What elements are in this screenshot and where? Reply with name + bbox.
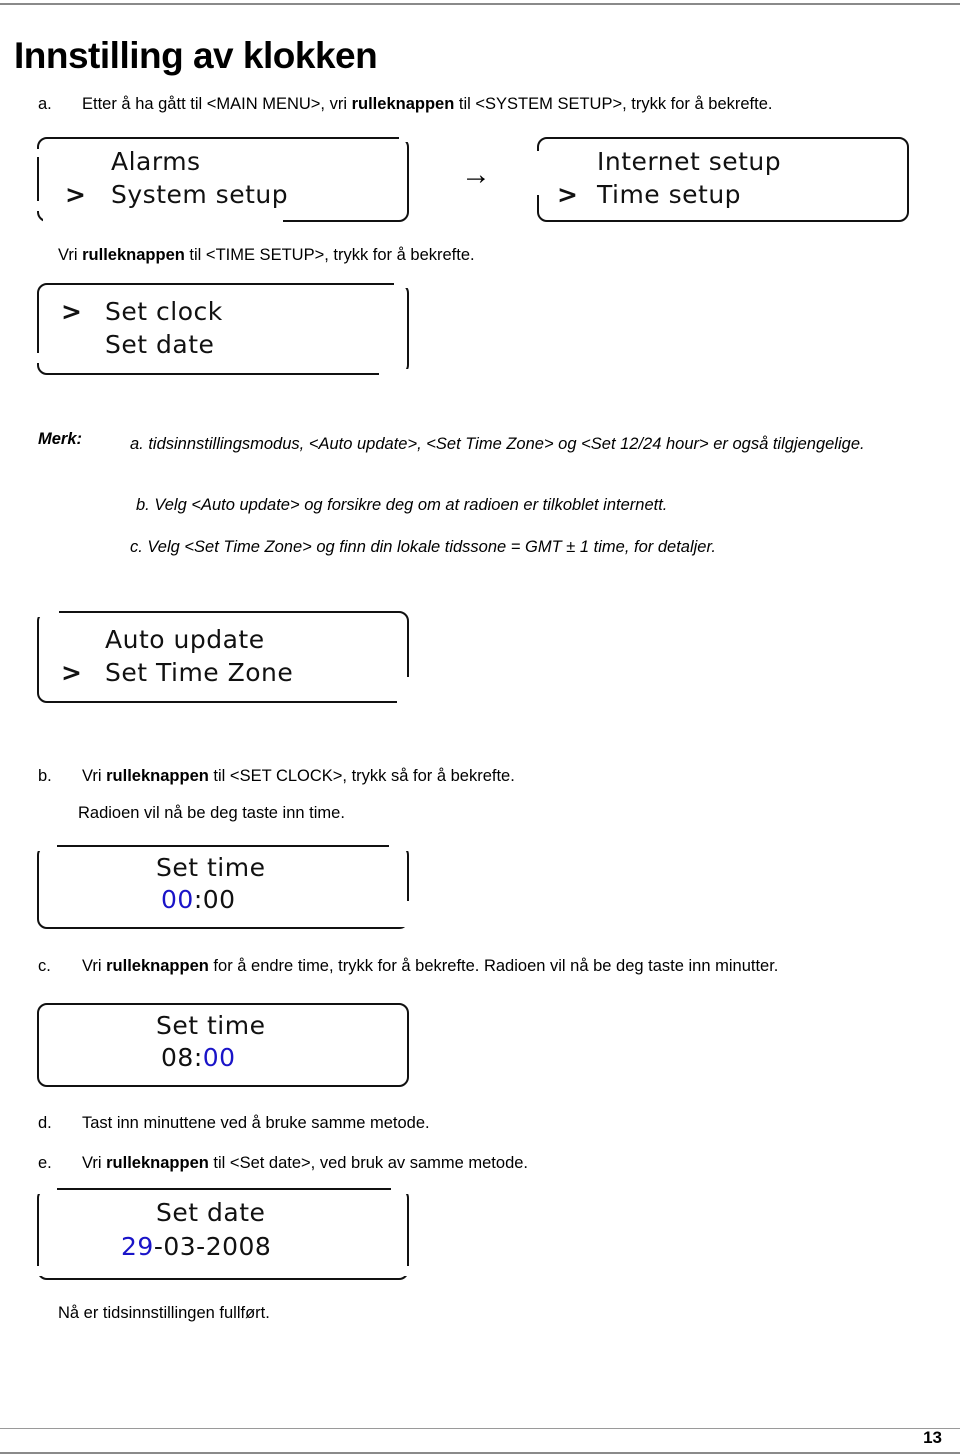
lcd-set-time-2-hours-value: 08 — [161, 1043, 194, 1072]
step-a-marker: a. — [38, 95, 52, 113]
lcd-set-date-sep1: - — [153, 1232, 164, 1261]
step-b-text: Vri rulleknappen til <SET CLOCK>, trykk … — [82, 765, 515, 787]
border-break — [35, 149, 43, 157]
border-break — [395, 901, 415, 927]
step-c-marker: c. — [38, 957, 51, 975]
step-a: a. Etter å ha gått til <MAIN MENU>, vri … — [38, 93, 772, 115]
step-e-text-part1: Vri — [82, 1154, 107, 1172]
border-break — [397, 677, 415, 709]
lcd-set-time-2-value: 08:00 — [161, 1043, 236, 1072]
footer-rule — [0, 1428, 960, 1429]
border-break — [35, 1266, 57, 1276]
lcd-set-time-minutes: Set time 08:00 — [37, 1003, 409, 1087]
step-e-text: Vri rulleknappen til <Set date>, ved bru… — [82, 1152, 528, 1174]
lcd-set-date-title: Set date — [156, 1198, 266, 1227]
lcd-time-setup-options: Auto update > Set Time Zone — [35, 609, 415, 709]
step-a-sub-part2: til <TIME SETUP>, trykk for å bekrefte. — [184, 246, 475, 264]
lcd-time-setup: > Set clock Set date — [35, 281, 419, 379]
completion-text: Nå er tidsinnstillingen fullført. — [58, 1304, 270, 1322]
step-b-marker: b. — [38, 767, 52, 785]
lcd-set-date-year-value: 2008 — [205, 1232, 272, 1261]
step-b: b. Vri rulleknappen til <SET CLOCK>, try… — [38, 765, 515, 787]
step-c-text-part1: Vri — [82, 957, 107, 975]
lcd-set-time-hours-value: 00 — [161, 885, 194, 914]
step-b-text-part1: Vri — [82, 767, 107, 785]
lcd-main-menu: Alarms > System setup — [35, 135, 415, 226]
step-b-bold-term: rulleknappen — [106, 767, 209, 785]
lcd-set-time-2-separator: : — [193, 1043, 203, 1072]
page-number: 13 — [923, 1428, 942, 1447]
cursor-arrow-icon: > — [65, 180, 86, 209]
note-item-b: b. Velg <Auto update> og forsikre deg om… — [136, 496, 668, 514]
lcd-set-time-hours: Set time 00:00 — [35, 843, 415, 929]
lcd-set-time-2-title: Set time — [156, 1011, 266, 1040]
step-a-text-part2: til <SYSTEM SETUP>, trykk for å bekrefte… — [454, 95, 773, 113]
step-e-marker: e. — [38, 1154, 52, 1172]
border-break — [391, 1266, 415, 1276]
document-page: Innstilling av klokken a. Etter å ha gåt… — [0, 0, 960, 1454]
border-break — [35, 201, 43, 211]
lcd-time-setup-line1: Set clock — [105, 297, 223, 326]
cursor-arrow-icon: > — [61, 658, 82, 687]
lcd-set-date-day-value: 29 — [121, 1232, 154, 1261]
lcd-system-setup-line2: Time setup — [597, 180, 742, 209]
lcd-system-setup-line1: Internet setup — [597, 147, 782, 176]
lcd-main-menu-line1: Alarms — [111, 147, 201, 176]
border-break — [35, 1186, 57, 1194]
step-a-text-part1: Etter å ha gått til <MAIN MENU>, vri — [82, 95, 352, 113]
step-a-text: Etter å ha gått til <MAIN MENU>, vri rul… — [82, 93, 772, 115]
note-item-a: a. tidsinnstillingsmodus, <Auto update>,… — [130, 435, 865, 453]
step-a-bold-term: rulleknappen — [351, 95, 455, 113]
lcd-options-line1: Auto update — [105, 625, 265, 654]
lcd-set-date: Set date 29-03-2008 — [35, 1186, 415, 1280]
note-label: Merk: — [38, 430, 83, 448]
lcd-time-setup-line2: Set date — [105, 330, 215, 359]
step-a-sub-part1: Vri — [58, 246, 83, 264]
border-break — [35, 843, 57, 851]
step-b-subtext: Radioen vil nå be deg taste inn time. — [78, 804, 345, 822]
step-c: c. Vri rulleknappen for å endre time, tr… — [38, 955, 778, 977]
step-d-marker: d. — [38, 1114, 52, 1132]
lcd-options-line2: Set Time Zone — [105, 658, 294, 687]
step-e: e. Vri rulleknappen til <Set date>, ved … — [38, 1152, 528, 1174]
step-b-text-part2: til <SET CLOCK>, trykk så for å bekrefte… — [208, 767, 515, 785]
lcd-set-time-value: 00:00 — [161, 885, 236, 914]
lcd-set-date-month-value: 03 — [163, 1232, 197, 1261]
header-rule — [0, 3, 960, 5]
lcd-set-date-sep2: - — [196, 1232, 206, 1261]
lcd-set-time-minutes-value: 00 — [202, 885, 236, 914]
border-break — [389, 843, 415, 851]
lcd-set-time-separator: : — [193, 885, 203, 914]
step-a-sub-text: Vri rulleknappen til <TIME SETUP>, trykk… — [58, 244, 475, 266]
step-c-text: Vri rulleknappen for å endre time, trykk… — [82, 955, 778, 977]
flow-arrow-icon: → — [461, 158, 491, 191]
lcd-system-setup: Internet setup > Time setup — [535, 137, 909, 222]
lcd-set-date-value: 29-03-2008 — [121, 1232, 271, 1261]
cursor-arrow-icon: > — [557, 180, 578, 209]
border-break — [43, 218, 283, 226]
step-c-bold-term: rulleknappen — [106, 957, 209, 975]
cursor-arrow-icon: > — [61, 297, 82, 326]
note-item-c: c. Velg <Set Time Zone> og finn din loka… — [130, 538, 716, 556]
step-e-text-part2: til <Set date>, ved bruk av samme metode… — [208, 1154, 529, 1172]
lcd-set-time-title: Set time — [156, 853, 266, 882]
step-a-sub-bold-term: rulleknappen — [82, 246, 185, 264]
lcd-set-time-2-minutes-value: 00 — [202, 1043, 236, 1072]
border-break — [35, 609, 59, 617]
border-break — [394, 281, 416, 288]
border-break — [35, 353, 43, 363]
page-title: Innstilling av klokken — [14, 34, 378, 76]
border-break — [379, 369, 419, 379]
border-break — [399, 135, 415, 142]
step-d: d. Tast inn minuttene ved å bruke samme … — [38, 1112, 430, 1134]
step-e-bold-term: rulleknappen — [106, 1154, 209, 1172]
step-d-text: Tast inn minuttene ved å bruke samme met… — [82, 1114, 430, 1132]
border-break — [391, 1186, 415, 1194]
lcd-main-menu-line2: System setup — [111, 180, 289, 209]
step-c-text-part2: for å endre time, trykk for å bekrefte. … — [208, 957, 779, 975]
border-break — [535, 151, 542, 195]
